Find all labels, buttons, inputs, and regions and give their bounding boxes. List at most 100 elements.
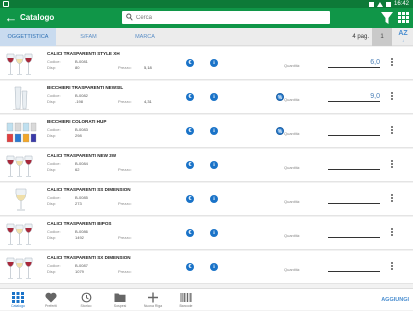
quantity-input[interactable]: [328, 91, 380, 102]
quantity-input[interactable]: [328, 261, 380, 272]
prezzo-label: Prezzo:: [118, 269, 132, 274]
more-options-icon[interactable]: [389, 125, 395, 137]
tab-marca[interactable]: MARCA: [121, 28, 169, 46]
prezzo-label: Prezzo:: [118, 167, 132, 172]
prezzo-label: Prezzo:: [118, 65, 132, 70]
back-arrow-icon[interactable]: ←: [3, 10, 19, 26]
more-options-icon[interactable]: [389, 227, 395, 239]
info-icon[interactable]: i: [210, 229, 218, 237]
app-bar: ← Catalogo: [0, 8, 413, 28]
price-euro-icon[interactable]: €: [186, 93, 194, 101]
disp-label: Disp:: [47, 133, 57, 138]
nav-sospesi[interactable]: Sospesi: [105, 289, 135, 311]
product-name: CALICI TRASPARENTI SX DIMENSION: [47, 255, 131, 260]
tab-oggettistica[interactable]: OGGETTISTICA: [0, 28, 56, 46]
product-row[interactable]: CALICI TRASPARENTI SX DIMENSION Codice: B-…: [0, 251, 413, 284]
product-image[interactable]: [4, 187, 38, 213]
plus-icon: [148, 292, 158, 303]
quantita-label: Quantità:: [284, 165, 301, 170]
product-image[interactable]: [4, 255, 38, 281]
clock: 16:42: [393, 1, 409, 7]
sort-az-label: AZ: [398, 30, 408, 37]
product-image[interactable]: [4, 221, 38, 247]
nav-nuova-riga[interactable]: Nuova Riga: [138, 289, 168, 311]
status-bar: 16:42: [0, 0, 413, 8]
heart-icon: [45, 292, 57, 303]
codice-value: B-0087: [75, 263, 88, 268]
discount-icon[interactable]: %: [276, 127, 284, 135]
quantity-input[interactable]: [328, 227, 380, 238]
disp-label: Disp:: [47, 269, 57, 274]
more-options-icon[interactable]: [389, 57, 395, 69]
discount-icon[interactable]: %: [276, 93, 284, 101]
info-icon[interactable]: i: [210, 59, 218, 67]
product-row[interactable]: BICCHIERI COLORATI HUP Codice: B-0083 Disp:…: [0, 115, 413, 148]
barcode-icon: [180, 293, 192, 302]
folder-icon: [114, 293, 126, 302]
add-button[interactable]: AGGIUNGI: [381, 297, 409, 303]
search-box[interactable]: [122, 11, 330, 24]
info-icon[interactable]: i: [210, 93, 218, 101]
sort-az-button[interactable]: AZ ↓: [395, 30, 411, 44]
product-row[interactable]: CALICI TRASPARENTI NEW 3W Codice: B-0084 Di…: [0, 149, 413, 182]
search-input[interactable]: [136, 11, 326, 24]
quantita-label: Quantità:: [284, 63, 301, 68]
more-options-icon[interactable]: [389, 91, 395, 103]
disp-label: Disp:: [47, 65, 57, 70]
codice-label: Codice:: [47, 127, 61, 132]
codice-value: B-0083: [75, 127, 88, 132]
disp-label: Disp:: [47, 201, 57, 206]
product-row[interactable]: CALICI TRASPARENTI STYLE XH Codice: B-0081…: [0, 47, 413, 80]
disp-value: 80: [75, 65, 80, 70]
price-euro-icon[interactable]: €: [186, 127, 194, 135]
grid-view-icon[interactable]: [398, 12, 409, 23]
nav-catalogo[interactable]: Catalogo: [3, 289, 33, 311]
product-image[interactable]: [4, 51, 38, 77]
disp-value: 62: [75, 167, 80, 172]
prezzo-value: 4,31: [144, 99, 152, 104]
quantita-label: Quantità:: [284, 97, 301, 102]
price-euro-icon[interactable]: €: [186, 195, 194, 203]
disp-value: 1079: [75, 269, 84, 274]
disp-label: Disp:: [47, 235, 57, 240]
product-image[interactable]: [4, 85, 38, 111]
quantity-input[interactable]: [328, 159, 380, 170]
nav-barcode[interactable]: Barcode: [171, 289, 201, 311]
codice-value: B-0086: [75, 229, 88, 234]
price-euro-icon[interactable]: €: [186, 161, 194, 169]
more-options-icon[interactable]: [389, 261, 395, 273]
product-image[interactable]: [4, 153, 38, 179]
nav-preferiti[interactable]: Preferiti: [36, 289, 66, 311]
nav-label: Nuova Riga: [143, 304, 163, 308]
tab-sfam[interactable]: S/FAM: [56, 28, 121, 46]
price-euro-icon[interactable]: €: [186, 59, 194, 67]
more-options-icon[interactable]: [389, 193, 395, 205]
product-name: CALICI TRASPARENTI SS DIMENSION: [47, 187, 131, 192]
product-image[interactable]: [4, 119, 38, 145]
price-euro-icon[interactable]: €: [186, 263, 194, 271]
info-icon[interactable]: i: [210, 127, 218, 135]
prezzo-label: Prezzo:: [118, 99, 132, 104]
quantita-label: Quantità:: [284, 131, 301, 136]
info-icon[interactable]: i: [210, 195, 218, 203]
product-row[interactable]: CALICI TRASPARENTI SS DIMENSION Codice: B-…: [0, 183, 413, 216]
quantity-input[interactable]: [328, 193, 380, 204]
bottom-nav: Catalogo Preferiti Storico Sospesi Nuova…: [0, 288, 413, 310]
nav-storico[interactable]: Storico: [71, 289, 101, 311]
disp-value: -198: [75, 99, 84, 104]
price-euro-icon[interactable]: €: [186, 229, 194, 237]
quantita-label: Quantità:: [284, 199, 301, 204]
disp-value: 1492: [75, 235, 84, 240]
quantity-input[interactable]: [328, 57, 380, 68]
product-row[interactable]: BICCHIERI TRASPARENTI NEWSIL Codice: B-008…: [0, 81, 413, 114]
info-icon[interactable]: i: [210, 263, 218, 271]
filter-icon[interactable]: [381, 11, 393, 25]
current-page[interactable]: 1: [372, 28, 392, 46]
more-options-icon[interactable]: [389, 159, 395, 171]
nav-label: Catalogo: [10, 304, 25, 308]
product-row[interactable]: CALICI TRASPARENTI BIPOS Codice: B-0086 Dis…: [0, 217, 413, 250]
quantity-input[interactable]: [328, 125, 380, 136]
codice-label: Codice:: [47, 229, 61, 234]
disp-value: 298: [75, 133, 82, 138]
info-icon[interactable]: i: [210, 161, 218, 169]
